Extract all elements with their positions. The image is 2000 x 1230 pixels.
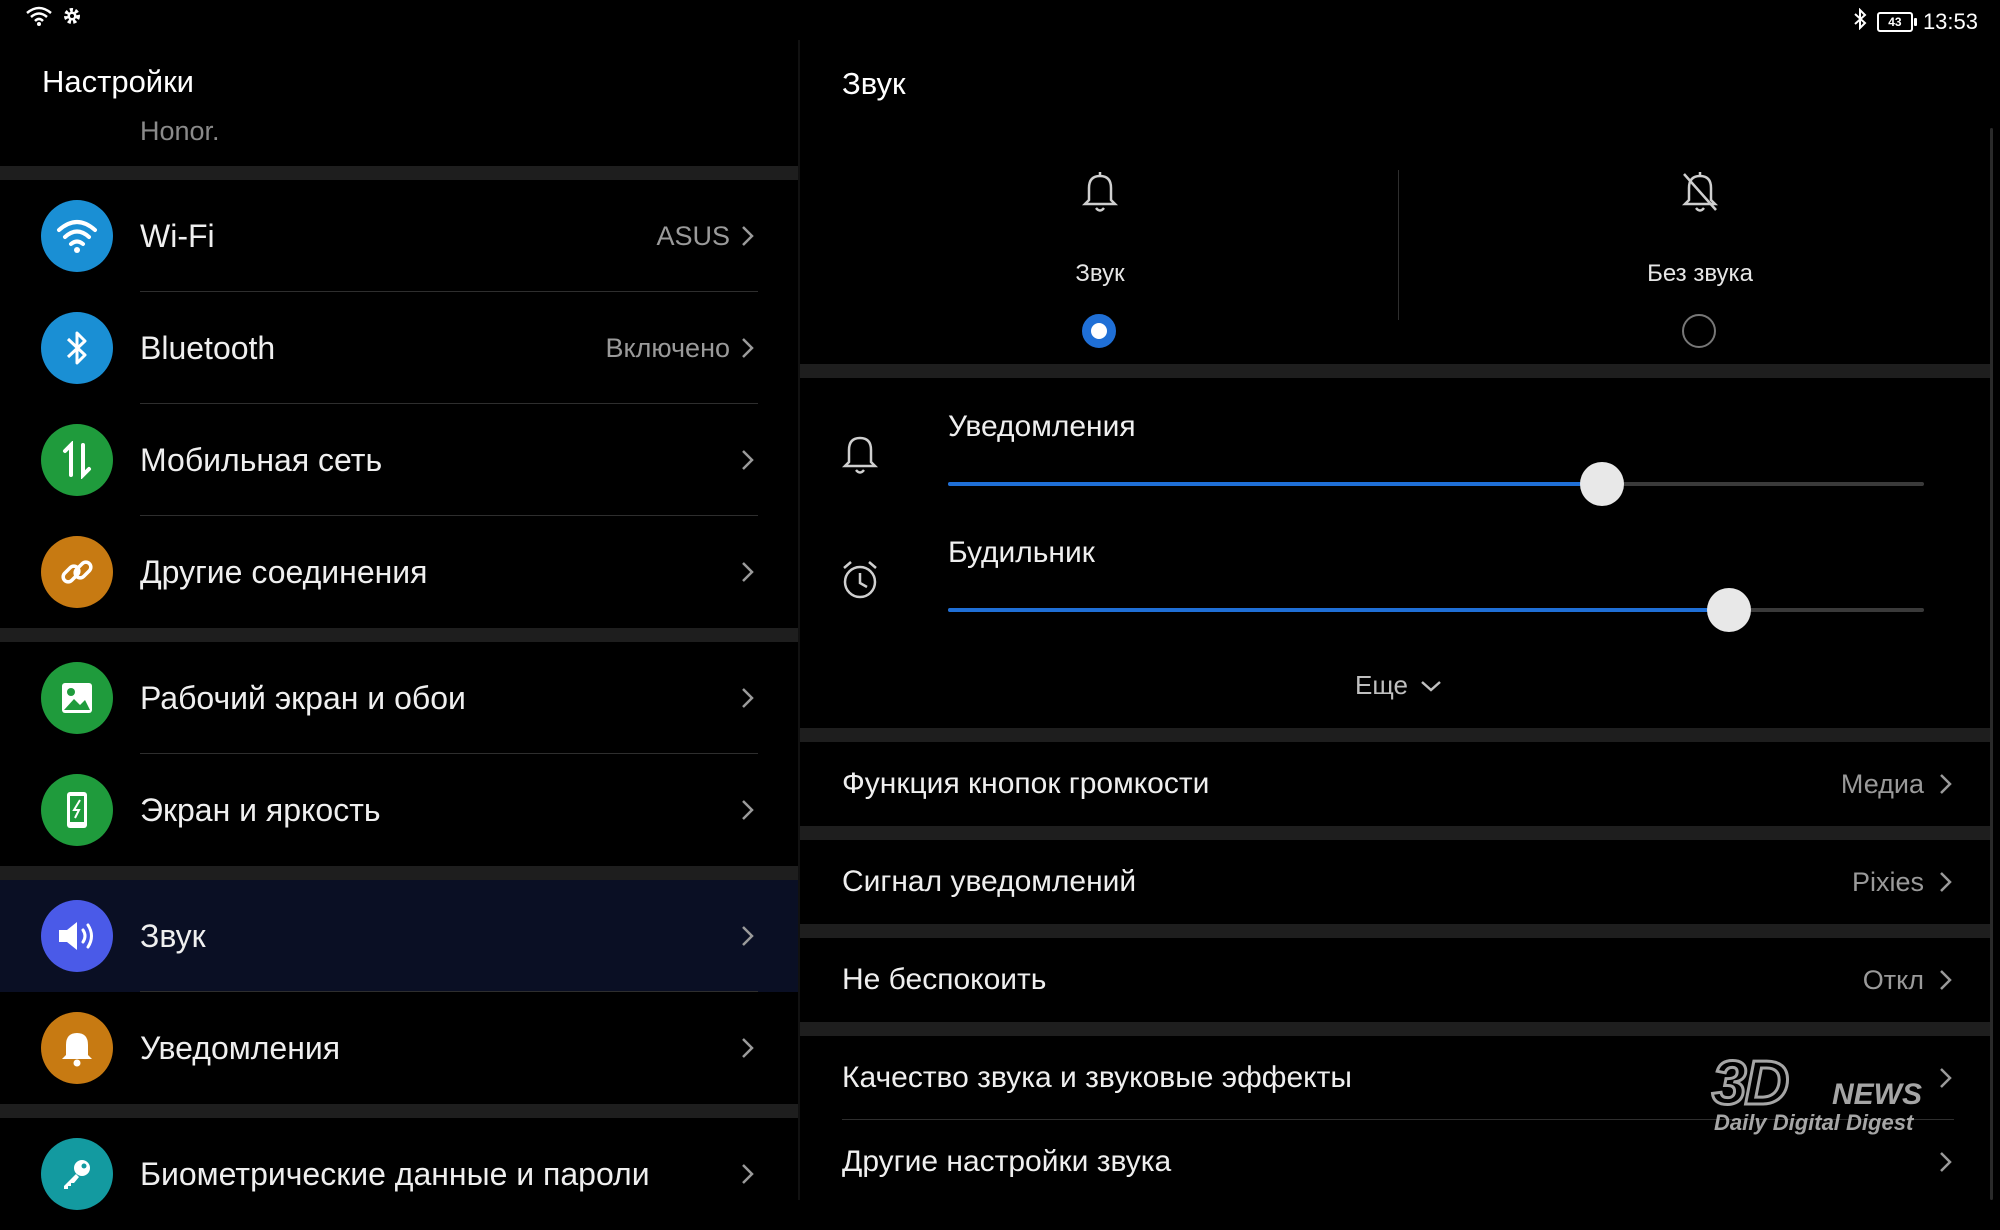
row-label: Сигнал уведомлений xyxy=(842,865,1137,898)
sidebar-item-label: Рабочий экран и обои xyxy=(140,680,466,716)
chevron-right-icon xyxy=(742,1038,754,1058)
sidebar-item-notifications[interactable]: Уведомления xyxy=(0,992,800,1104)
row-label: Функция кнопок громкости xyxy=(842,767,1210,800)
sound-settings-panel: Звук Звук Без звука Уведомления Будильни… xyxy=(800,40,2000,1200)
chevron-right-icon xyxy=(742,1164,754,1184)
row-label: Не беспокоить xyxy=(842,963,1047,996)
sidebar-item-label: Звук xyxy=(140,918,206,954)
account-subtitle: Honor. xyxy=(140,116,220,146)
sidebar-item-label: Мобильная сеть xyxy=(140,442,383,478)
chevron-right-icon xyxy=(742,926,754,946)
bluetooth-status-icon xyxy=(1853,7,1867,36)
chevron-right-icon xyxy=(742,562,754,582)
group-separator xyxy=(800,1022,1990,1036)
chevron-right-icon xyxy=(1940,1152,1952,1172)
sidebar-item-label: Уведомления xyxy=(140,1030,341,1066)
watermark-tagline: Daily Digital Digest xyxy=(1714,1110,1914,1135)
bell-icon xyxy=(41,1012,113,1084)
slider-fill xyxy=(948,608,1729,612)
group-separator xyxy=(800,826,1990,840)
sidebar-item-other-connections[interactable]: Другие соединения xyxy=(0,516,800,628)
chevron-right-icon xyxy=(742,800,754,820)
settings-menu-panel: Настройки Honor. Wi-Fi ASUS Bluetooth Вк… xyxy=(0,40,800,1210)
gear-status-icon xyxy=(62,6,82,31)
more-label: Еще xyxy=(1355,670,1408,700)
alarm-clock-icon xyxy=(843,561,877,599)
group-separator xyxy=(0,166,800,180)
row-value: Откл xyxy=(1862,965,1924,995)
volume-label: Уведомления xyxy=(948,410,1136,443)
wifi-icon xyxy=(41,200,113,272)
sidebar-item-value: ASUS xyxy=(656,221,730,251)
mode-label: Звук xyxy=(1075,260,1125,287)
sidebar-item-sound[interactable]: Звук xyxy=(0,880,800,992)
sidebar-item-label: Bluetooth xyxy=(140,330,276,366)
sidebar-item-bluetooth[interactable]: Bluetooth Включено xyxy=(0,292,800,404)
mode-label: Без звука xyxy=(1647,260,1753,287)
do-not-disturb-row[interactable]: Не беспокоить Откл xyxy=(800,938,1990,1022)
sidebar-item-mobile-network[interactable]: Мобильная сеть xyxy=(0,404,800,516)
battery-icon: 43 xyxy=(1876,12,1917,32)
group-separator xyxy=(800,364,1990,378)
row-value: Pixies xyxy=(1851,867,1924,897)
link-icon xyxy=(41,536,113,608)
slider-fill xyxy=(948,482,1602,486)
sidebar-item-display-brightness[interactable]: Экран и яркость xyxy=(0,754,800,866)
notification-sound-row[interactable]: Сигнал уведомлений Pixies xyxy=(800,840,1990,924)
bell-off-icon xyxy=(1681,172,1719,212)
mode-silent-radio[interactable] xyxy=(1682,314,1716,348)
row-label: Другие настройки звука xyxy=(842,1145,1172,1178)
sidebar-item-label: Биометрические данные и пароли xyxy=(140,1156,650,1192)
speaker-icon xyxy=(41,900,113,972)
group-separator xyxy=(0,866,800,880)
sidebar-item-wifi[interactable]: Wi-Fi ASUS xyxy=(0,180,800,292)
scrollbar[interactable] xyxy=(1990,128,1993,1200)
chevron-right-icon xyxy=(742,338,754,358)
chevron-right-icon xyxy=(742,226,754,246)
mobile-data-icon xyxy=(41,424,113,496)
volume-label: Будильник xyxy=(948,536,1095,569)
group-separator xyxy=(0,628,800,642)
sidebar-item-biometrics-passwords[interactable]: Биометрические данные и пароли xyxy=(0,1118,800,1230)
group-separator xyxy=(800,924,1990,938)
sidebar-item-value: Включено xyxy=(605,333,730,363)
mode-sound-radio[interactable] xyxy=(1082,314,1116,348)
wifi-status-icon xyxy=(26,6,52,31)
watermark-brand-small: NEWS xyxy=(1832,1078,1922,1111)
chevron-right-icon xyxy=(1940,872,1952,892)
3dnews-watermark: 3D NEWS Daily Digital Digest xyxy=(1710,1048,1962,1138)
chevron-right-icon xyxy=(742,450,754,470)
chevron-down-icon xyxy=(1421,680,1441,692)
wallpaper-icon xyxy=(41,662,113,734)
sidebar-item-home-screen-wallpaper[interactable]: Рабочий экран и обои xyxy=(0,642,800,754)
page-title: Настройки xyxy=(42,64,195,99)
chevron-right-icon xyxy=(742,688,754,708)
more-button[interactable]: Еще xyxy=(1355,670,1442,701)
mode-divider xyxy=(1398,170,1399,320)
slider-thumb[interactable] xyxy=(1706,588,1751,632)
detail-title: Звук xyxy=(842,66,906,101)
clock: 13:53 xyxy=(1922,9,1978,34)
sidebar-item-label: Другие соединения xyxy=(140,554,428,590)
chevron-right-icon xyxy=(1940,970,1952,990)
group-separator xyxy=(0,1104,800,1118)
chevron-right-icon xyxy=(1940,774,1952,794)
key-icon xyxy=(41,1138,113,1210)
notification-volume-slider[interactable] xyxy=(948,462,1924,506)
watermark-brand-big: 3D xyxy=(1710,1048,1790,1120)
row-label: Качество звука и звуковые эффекты xyxy=(842,1061,1352,1094)
sidebar-item-label: Wi-Fi xyxy=(140,218,215,254)
status-bar: 43 13:53 xyxy=(0,0,2000,40)
row-value: Медиа xyxy=(1840,769,1924,799)
sidebar-item-label: Экран и яркость xyxy=(140,792,381,828)
phone-display-icon xyxy=(41,774,113,846)
slider-thumb[interactable] xyxy=(1579,462,1624,506)
bell-outline-icon xyxy=(1081,172,1119,212)
alarm-volume-slider[interactable] xyxy=(948,588,1924,632)
group-separator xyxy=(800,728,1990,742)
bell-outline-icon xyxy=(841,436,879,474)
bluetooth-icon xyxy=(41,312,113,384)
volume-buttons-function-row[interactable]: Функция кнопок громкости Медиа xyxy=(800,742,1990,826)
